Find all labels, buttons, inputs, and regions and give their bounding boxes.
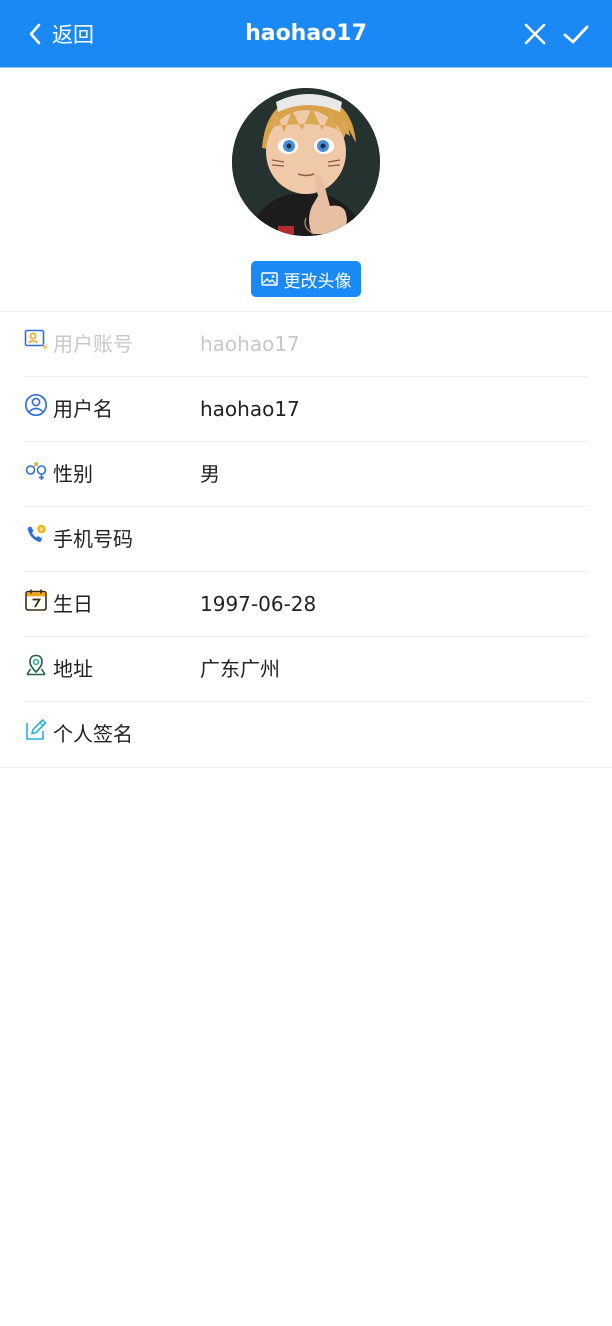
close-icon[interactable]	[522, 21, 548, 47]
field-address-label: 地址	[53, 657, 93, 681]
change-avatar-button[interactable]: 更改头像	[251, 261, 361, 297]
image-icon	[260, 272, 278, 286]
field-account: ¥ 用户账号 haohao17	[24, 312, 588, 377]
back-label: 返回	[52, 23, 94, 47]
svg-text:¥: ¥	[43, 343, 48, 352]
field-birthday[interactable]: 生日 1997-06-28	[24, 572, 588, 637]
check-icon[interactable]	[562, 21, 590, 47]
field-birthday-label: 生日	[53, 592, 93, 616]
field-account-value: haohao17	[200, 332, 300, 356]
location-pin-icon	[26, 654, 46, 676]
field-gender[interactable]: 性别 男	[24, 442, 588, 507]
field-signature[interactable]: 个人签名	[24, 702, 588, 767]
edit-pen-icon	[26, 718, 47, 740]
avatar	[232, 88, 380, 236]
chevron-left-icon	[29, 23, 41, 45]
profile-field-list: ¥ 用户账号 haohao17 用户名 haohao17 性别 男 手机号码 生…	[0, 312, 612, 767]
field-gender-value: 男	[200, 462, 220, 486]
field-address[interactable]: 地址 广东广州	[24, 637, 588, 702]
nav-bar: 返回 haohao17	[0, 0, 612, 68]
avatar-image	[232, 88, 380, 236]
user-circle-icon	[24, 393, 48, 417]
divider	[0, 767, 612, 768]
field-account-label: 用户账号	[53, 332, 133, 356]
field-phone-label: 手机号码	[53, 527, 133, 551]
field-gender-label: 性别	[53, 462, 93, 486]
gender-icon	[25, 462, 47, 480]
calendar-icon	[25, 589, 47, 611]
back-button[interactable]: 返回	[26, 0, 94, 68]
field-username-label: 用户名	[53, 397, 113, 421]
change-avatar-label: 更改头像	[283, 271, 352, 292]
field-address-value: 广东广州	[200, 657, 280, 681]
field-username[interactable]: 用户名 haohao17	[24, 377, 588, 442]
account-card-icon: ¥	[24, 329, 48, 352]
field-username-value: haohao17	[200, 397, 300, 421]
field-signature-label: 个人签名	[53, 722, 133, 746]
field-phone[interactable]: 手机号码	[24, 507, 588, 572]
field-birthday-value: 1997-06-28	[200, 592, 317, 616]
phone-icon	[27, 524, 46, 542]
